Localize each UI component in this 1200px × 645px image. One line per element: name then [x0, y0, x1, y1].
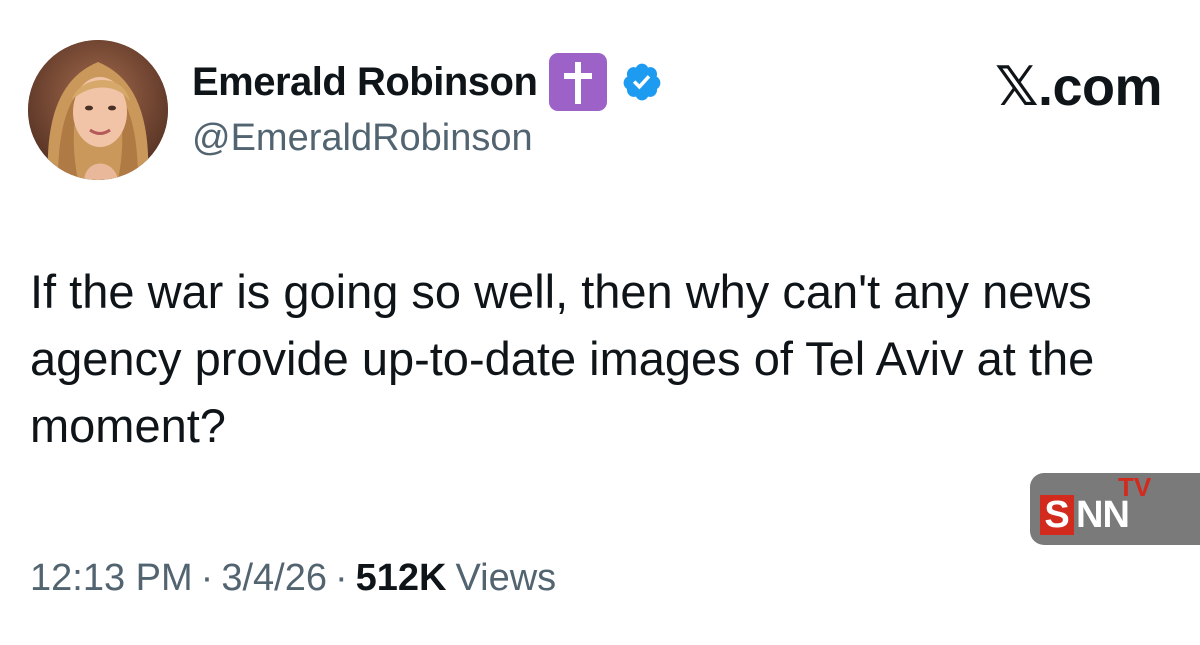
- snn-tv-logo: S NN TV: [1030, 473, 1200, 545]
- author-handle[interactable]: @EmeraldRobinson: [192, 114, 533, 162]
- views-label: Views: [455, 557, 557, 599]
- profile-photo: [28, 40, 168, 180]
- author-display-name[interactable]: Emerald Robinson: [192, 56, 538, 108]
- site-label: 𝕏.com: [994, 57, 1163, 117]
- tweet-text: If the war is going so well, then why ca…: [30, 265, 1095, 452]
- views-count[interactable]: 512K: [356, 553, 447, 603]
- meta-separator: ·: [334, 557, 348, 599]
- tweet-time[interactable]: 12:13 PM: [30, 553, 193, 603]
- snn-logo-tv: TV: [1118, 472, 1152, 502]
- tweet-date[interactable]: 3/4/26: [221, 553, 327, 603]
- snn-logo-s: S: [1040, 495, 1074, 535]
- tweet-meta-row: 12:13 PM · 3/4/26 · 512K Views: [30, 553, 556, 603]
- avatar[interactable]: [28, 40, 168, 180]
- verified-check-icon[interactable]: [621, 61, 663, 103]
- author-name-row: Emerald Robinson: [192, 53, 663, 111]
- latin-cross-icon: [549, 53, 608, 111]
- meta-separator: ·: [200, 557, 214, 599]
